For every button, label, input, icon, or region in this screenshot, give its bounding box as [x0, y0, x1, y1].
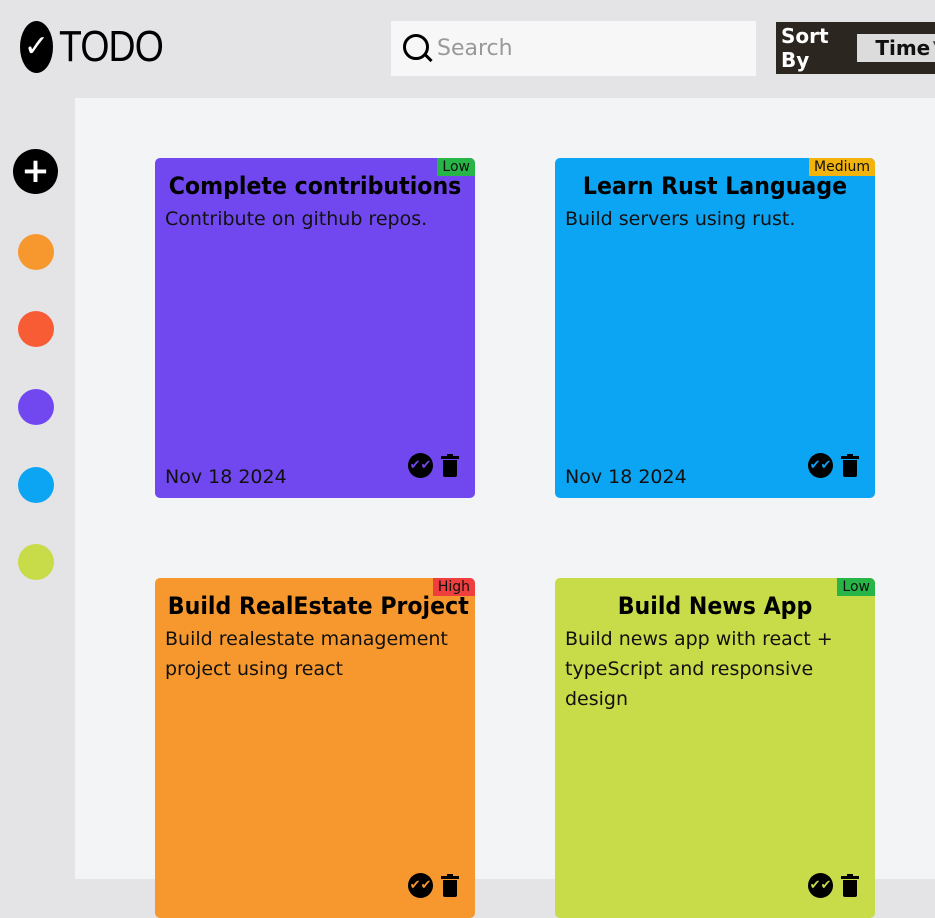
sort-select[interactable]: Time ▼ — [857, 34, 935, 62]
todo-title: Learn Rust Language — [582, 172, 848, 200]
todo-title: Complete contributions — [168, 172, 462, 200]
search-input[interactable] — [437, 36, 737, 61]
todo-date: Nov 18 2024 — [565, 466, 687, 488]
card-actions: ✔✔ — [408, 873, 459, 898]
todo-description: Build servers using rust. — [565, 208, 796, 230]
todo-title: Build News App — [617, 592, 813, 620]
complete-check-icon[interactable]: ✔✔ — [408, 873, 433, 898]
color-dot-red-orange[interactable] — [18, 311, 54, 347]
sort-control: Sort By Time ▼ — [776, 22, 935, 74]
top-bar: ✓ TODO Sort By Time ▼ — [0, 0, 935, 98]
app-logo[interactable]: ✓ TODO — [20, 21, 181, 73]
todo-description: Build realestate management project usin… — [165, 628, 448, 680]
color-dot-purple[interactable] — [18, 389, 54, 425]
todo-title: Build RealEstate Project — [167, 592, 469, 620]
complete-check-icon[interactable]: ✔✔ — [808, 453, 833, 478]
complete-check-icon[interactable]: ✔✔ — [408, 453, 433, 478]
color-dot-blue[interactable] — [18, 467, 54, 503]
color-dot-lime[interactable] — [18, 544, 54, 580]
add-todo-button[interactable]: + — [13, 149, 58, 194]
trash-icon[interactable] — [441, 874, 459, 897]
color-dot-orange[interactable] — [18, 234, 54, 270]
todo-card[interactable]: High Build RealEstate Project Build real… — [155, 578, 475, 918]
search-box[interactable] — [391, 21, 756, 76]
trash-icon[interactable] — [441, 454, 459, 477]
trash-icon[interactable] — [841, 454, 859, 477]
todo-card[interactable]: Low Build News App Build news app with r… — [555, 578, 875, 918]
trash-icon[interactable] — [841, 874, 859, 897]
todo-card[interactable]: Medium Learn Rust Language Build servers… — [555, 158, 875, 498]
sidebar: + — [0, 98, 75, 879]
search-icon — [403, 33, 433, 64]
card-actions: ✔✔ — [808, 873, 859, 898]
todo-description: Build news app with react + typeScript a… — [565, 628, 833, 710]
complete-check-icon[interactable]: ✔✔ — [808, 873, 833, 898]
todo-date: Nov 18 2024 — [165, 466, 287, 488]
card-actions: ✔✔ — [808, 453, 859, 478]
app-title: TODO — [59, 22, 164, 71]
sort-label: Sort By — [781, 24, 829, 72]
checkmark-icon: ✓ — [20, 21, 53, 73]
todo-card[interactable]: Low Complete contributions Contribute on… — [155, 158, 475, 498]
todo-board: Low Complete contributions Contribute on… — [75, 98, 935, 918]
sort-selected-value: Time — [875, 36, 931, 60]
card-actions: ✔✔ — [408, 453, 459, 478]
todo-description: Contribute on github repos. — [165, 208, 428, 230]
